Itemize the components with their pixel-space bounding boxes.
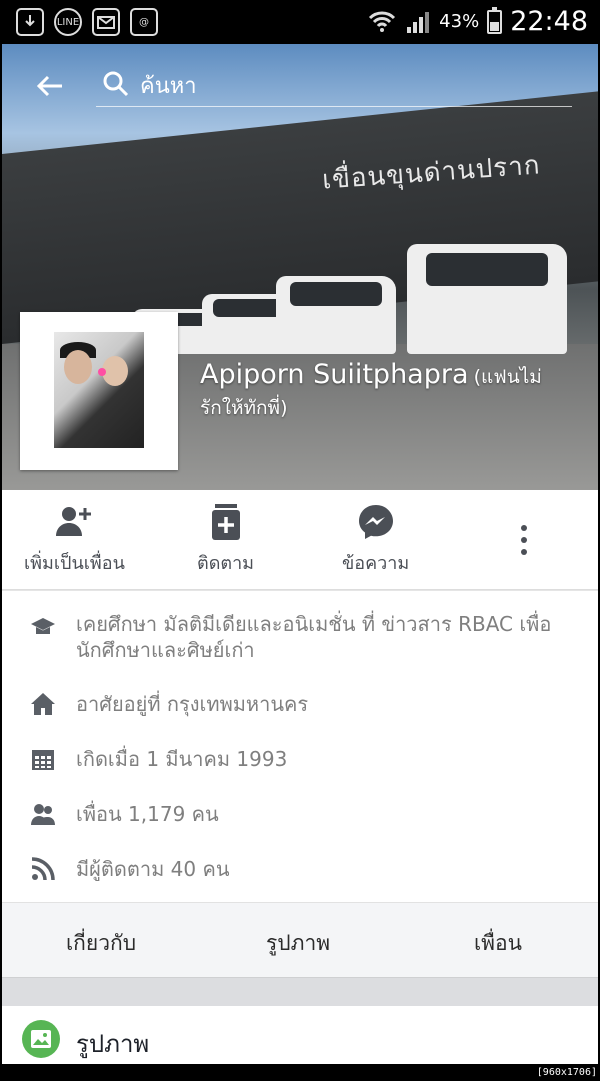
back-arrow-icon[interactable] (32, 68, 68, 104)
home-icon (30, 691, 56, 717)
profile-nickname-line2: รักให้ทักพี่) (200, 397, 288, 419)
tab-about[interactable]: เกี่ยวกับ (66, 927, 136, 960)
profile-info: เคยศึกษา มัลติมีเดียและอนิเมชั่น ที่ ข่า… (2, 590, 598, 902)
education-icon (30, 615, 56, 641)
section-divider (2, 978, 598, 1006)
search-input[interactable]: ค้นหา (140, 68, 197, 103)
add-friend-label: เพิ่มเป็นเพื่อน (24, 553, 125, 574)
follow-button[interactable]: ติดตาม (197, 502, 254, 577)
profile-picture[interactable] (20, 312, 178, 470)
profile-name-block: Apiporn Suiitphapra (แฟนไม่ รักให้ทักพี่… (200, 360, 590, 424)
profile-actions: เพิ่มเป็นเพื่อน ติดตาม ข้อความ (2, 490, 598, 590)
search-underline (96, 106, 572, 107)
search-icon[interactable] (102, 70, 130, 98)
at-icon: @ (130, 8, 158, 36)
follow-icon (206, 502, 246, 542)
battery-percent: 43% (439, 11, 480, 32)
avatar (54, 332, 144, 448)
profile-name: Apiporn Suiitphapra (200, 359, 469, 390)
calendar-icon (30, 746, 56, 772)
heart-icon (98, 368, 106, 376)
line-icon: LINE (54, 8, 82, 36)
rss-icon (30, 856, 56, 882)
profile-tabs: เกี่ยวกับ รูปภาพ เพื่อน (2, 902, 598, 978)
messenger-icon (356, 502, 396, 542)
add-friend-icon (54, 502, 94, 542)
clock: 22:48 (510, 6, 588, 37)
notification-icons: LINE @ (16, 8, 158, 36)
battery-icon (487, 6, 503, 34)
tab-friends[interactable]: เพื่อน (474, 927, 522, 960)
download-icon (16, 8, 44, 36)
follow-label: ติดตาม (197, 553, 255, 574)
more-options-icon[interactable] (512, 520, 536, 560)
photos-section-title: รูปภาพ (76, 1030, 150, 1058)
status-bar: LINE @ 43% 22:48 (0, 0, 600, 44)
profile-nickname-line1: (แฟนไม่ (473, 366, 542, 388)
info-education-line2: นักศึกษาและศิษย์เก่า (76, 638, 255, 662)
info-birthday-text: เกิดเมื่อ 1 มีนาคม 1993 (76, 747, 288, 771)
tab-photos[interactable]: รูปภาพ (266, 927, 330, 960)
wifi-icon (369, 11, 396, 32)
photos-icon (22, 1020, 60, 1058)
mail-icon (92, 8, 120, 36)
info-followers-text: มีผู้ติดตาม 40 คน (76, 857, 230, 881)
message-button[interactable]: ข้อความ (342, 502, 409, 577)
info-residence-text: อาศัยอยู่ที่ กรุงเทพมหานคร (76, 692, 309, 716)
add-friend-button[interactable]: เพิ่มเป็นเพื่อน (24, 502, 125, 577)
watermark: [960x1706] https://upic.me/ (440, 1064, 600, 1081)
message-label: ข้อความ (342, 553, 410, 574)
signal-icon (407, 11, 430, 33)
info-friends-text: เพื่อน 1,179 คน (76, 802, 219, 826)
info-education-line1: เคยศึกษา มัลติมีเดียและอนิเมชั่น ที่ ข่า… (76, 612, 552, 636)
photos-section-header[interactable]: รูปภาพ (2, 1006, 598, 1064)
top-bar: ค้นหา (2, 60, 598, 112)
friends-icon (30, 801, 56, 827)
